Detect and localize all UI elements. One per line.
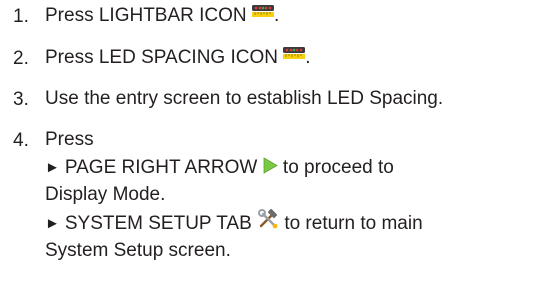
step-text: Use the entry screen to establish LED Sp… — [45, 88, 444, 109]
step-number: 3. — [13, 89, 29, 110]
step-text: Press LIGHTBAR ICON . — [45, 4, 545, 26]
instruction-list: 1. Press LIGHTBAR ICON . 2. Press LED SP… — [0, 0, 551, 286]
system-setup-tools-icon — [258, 208, 278, 229]
option-page-right-continuation: Display Mode. — [45, 185, 545, 205]
bullet: ► — [45, 215, 60, 233]
lightbar-icon — [251, 4, 274, 17]
step-number: 4. — [13, 130, 29, 151]
step-text: Press — [45, 129, 94, 150]
step-text-after: . — [273, 5, 280, 26]
step-number: 2. — [13, 48, 29, 69]
step-text-before: Press LIGHTBAR ICON — [45, 5, 247, 26]
option-text-after: to return to main — [284, 213, 423, 235]
step-text-after: . — [305, 47, 311, 68]
led-spacing-icon — [283, 46, 306, 59]
option-system-setup-continuation: System Setup screen. — [45, 241, 545, 261]
step-text: Press LED SPACING ICON . — [45, 46, 545, 68]
bullet: ► — [45, 159, 60, 176]
step-number: 1. — [13, 6, 29, 27]
page-right-arrow-icon — [263, 157, 278, 175]
option-continuation: Display Mode. — [45, 184, 166, 205]
option-page-right: ► PAGE RIGHT ARROW to proceed to — [45, 158, 545, 179]
option-continuation: System Setup screen. — [45, 240, 231, 261]
option-text-before: SYSTEM SETUP TAB — [64, 213, 252, 235]
step-text-before: Press LED SPACING ICON — [45, 47, 278, 68]
option-text-after: to proceed to — [282, 157, 394, 178]
option-text-before: PAGE RIGHT ARROW — [64, 157, 258, 178]
option-system-setup: ► SYSTEM SETUP TAB to return to main — [45, 208, 545, 235]
